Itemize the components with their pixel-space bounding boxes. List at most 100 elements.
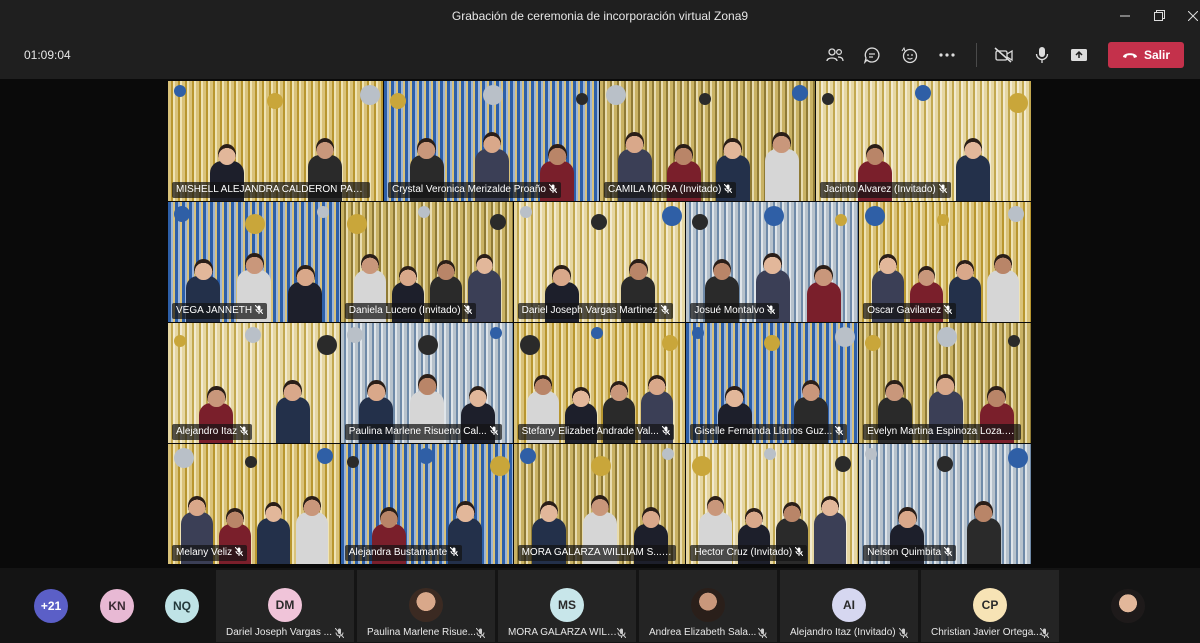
window-controls xyxy=(1108,0,1200,31)
participant-name: Paulina Marlene Risue... xyxy=(367,627,476,638)
chat-button[interactable] xyxy=(858,41,886,69)
video-tile[interactable]: CAMILA MORA (Invitado) xyxy=(600,81,815,201)
video-tile[interactable]: Josué Montalvo xyxy=(686,202,859,322)
video-tile[interactable]: MISHELL ALEJANDRA CALDERON PAE... xyxy=(168,81,383,201)
participants-bar: +21 KN NQ DM Dariel Joseph Vargas ... Pa… xyxy=(0,568,1200,643)
participant-face xyxy=(610,380,628,401)
balloon-decoration xyxy=(590,327,603,339)
balloon-decoration xyxy=(590,456,611,476)
video-tile[interactable]: Paulina Marlene Risueno Cal... xyxy=(340,323,513,443)
meeting-toolbar: 01:09:04 Salir xyxy=(0,31,1200,79)
minimize-button[interactable] xyxy=(1108,0,1142,31)
video-tile[interactable]: Evelyn Martina Espinoza Loza... xyxy=(859,323,1031,443)
participant-face xyxy=(366,379,386,401)
participant-face xyxy=(226,507,245,528)
video-grid: MISHELL ALEJANDRA CALDERON PAE... Crystal… xyxy=(168,81,1032,567)
balloon-decoration xyxy=(822,93,834,105)
participant-name: Nelson Quimbita xyxy=(867,547,942,558)
participant-name-tag: Paulina Marlene Risueno Cal... xyxy=(344,424,502,440)
participant-figure xyxy=(813,512,847,564)
avatar: CP xyxy=(973,588,1007,622)
mic-muted-icon xyxy=(724,184,733,193)
video-tile[interactable]: Alejandro Itaz xyxy=(168,323,340,443)
video-tile[interactable]: Melany Veliz xyxy=(168,444,340,564)
video-tile[interactable]: Jacinto Alvarez (Invitado) xyxy=(816,81,1031,201)
balloon-decoration xyxy=(390,93,406,109)
video-tile[interactable]: Dariel Joseph Vargas Martinez xyxy=(513,202,686,322)
participant-name: Melany Veliz xyxy=(176,547,233,558)
close-icon xyxy=(1188,10,1198,21)
participants-button[interactable] xyxy=(821,41,849,69)
leave-button[interactable]: Salir xyxy=(1108,42,1184,68)
mic-muted-icon xyxy=(255,305,264,314)
balloon-decoration xyxy=(792,85,808,101)
balloon-decoration xyxy=(699,93,711,105)
mic-muted-icon xyxy=(758,628,767,638)
restore-button[interactable] xyxy=(1142,0,1176,31)
participant-face xyxy=(456,500,475,522)
share-screen-button[interactable] xyxy=(1065,41,1093,69)
participant-face xyxy=(625,131,644,153)
video-tile[interactable]: Stefany Elizabet Andrade Val... xyxy=(513,323,686,443)
avatar[interactable]: KN xyxy=(100,589,134,623)
chat-icon xyxy=(863,47,880,64)
participant-tile[interactable]: AI Alejandro Itaz (Invitado) xyxy=(780,570,918,642)
video-tile[interactable]: Hector Cruz (Invitado) xyxy=(686,444,859,564)
balloon-decoration xyxy=(763,448,776,460)
balloon-decoration xyxy=(346,327,363,343)
microphone-button[interactable] xyxy=(1028,41,1056,69)
participant-face xyxy=(974,500,994,522)
participant-name-tag: Giselle Fernanda Llanos Guz... xyxy=(690,424,848,440)
video-tile[interactable]: Crystal Veronica Merizalde Proaño xyxy=(384,81,599,201)
participant-face xyxy=(865,143,885,165)
participant-tile[interactable]: Andrea Elizabeth Sala... xyxy=(639,570,777,642)
video-tile[interactable]: Alejandra Bustamante xyxy=(340,444,513,564)
participant-face xyxy=(437,259,456,280)
video-tile[interactable]: VEGA JANNETH xyxy=(168,202,340,322)
participant-name: Giselle Fernanda Llanos Guz... xyxy=(694,426,833,437)
overflow-count-badge[interactable]: +21 xyxy=(34,589,68,623)
participant-tile[interactable]: DM Dariel Joseph Vargas ... xyxy=(216,570,354,642)
mic-muted-icon xyxy=(944,547,953,556)
avatar xyxy=(409,588,443,622)
balloon-decoration xyxy=(1007,448,1028,468)
participant-name: Crystal Veronica Merizalde Proaño xyxy=(392,184,546,195)
balloon-decoration xyxy=(489,327,502,339)
mic-muted-icon xyxy=(235,547,244,556)
balloon-decoration xyxy=(489,456,510,476)
video-tile[interactable]: Giselle Fernanda Llanos Guz... xyxy=(686,323,859,443)
self-view-avatar[interactable] xyxy=(1111,589,1145,623)
leave-label: Salir xyxy=(1143,48,1170,62)
participant-name-tag: MORA GALARZA WILLIAM S... xyxy=(517,545,676,561)
video-tile[interactable]: Daniela Lucero (Invitado) xyxy=(340,202,513,322)
video-tile[interactable]: MORA GALARZA WILLIAM S... xyxy=(513,444,686,564)
balloon-decoration xyxy=(936,327,957,347)
participant-face xyxy=(217,143,237,165)
participant-face xyxy=(821,495,839,516)
mic-muted-icon xyxy=(835,426,844,435)
participant-face xyxy=(533,374,552,395)
balloon-decoration xyxy=(316,335,337,355)
participant-name: Josué Montalvo xyxy=(694,305,765,316)
participant-tile[interactable]: CP Christian Javier Ortega... xyxy=(921,570,1059,642)
participant-face xyxy=(552,264,572,286)
more-options-button[interactable] xyxy=(933,41,961,69)
camera-toggle-button[interactable] xyxy=(990,41,1018,69)
participant-face xyxy=(245,252,264,274)
video-tile[interactable]: Nelson Quimbita xyxy=(859,444,1031,564)
participant-face xyxy=(955,259,974,280)
close-button[interactable] xyxy=(1176,0,1200,31)
mic-muted-icon xyxy=(1040,628,1049,638)
video-tile[interactable]: Oscar Gavilanez xyxy=(859,202,1031,322)
balloon-decoration xyxy=(763,335,780,351)
participant-face xyxy=(801,379,821,401)
participant-tile[interactable]: MS MORA GALARZA WILL... xyxy=(498,570,636,642)
participant-face xyxy=(648,374,667,395)
participant-tile[interactable]: Paulina Marlene Risue... xyxy=(357,570,495,642)
avatar[interactable]: NQ xyxy=(165,589,199,623)
reactions-button[interactable] xyxy=(895,41,923,69)
participant-face xyxy=(188,495,206,516)
balloon-decoration xyxy=(606,85,626,105)
mic-muted-icon xyxy=(938,184,947,193)
participant-face xyxy=(879,253,898,274)
